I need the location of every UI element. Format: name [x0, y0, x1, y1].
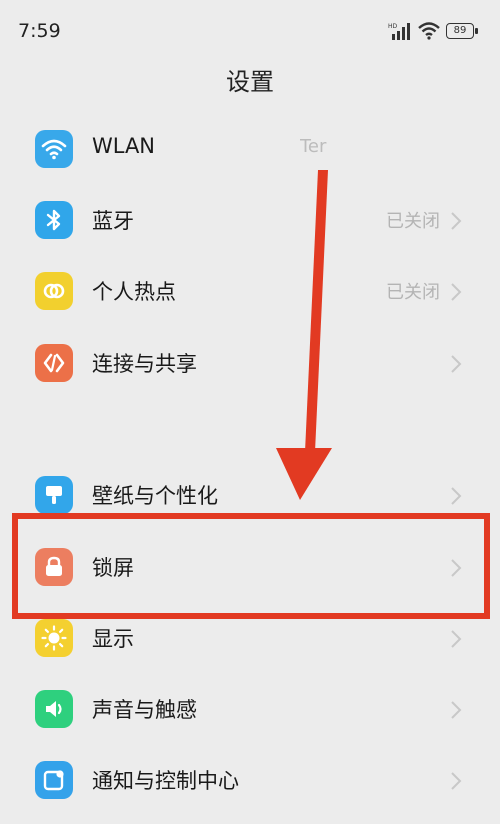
annotation-arrow — [276, 170, 332, 500]
annotation-highlight-box — [12, 513, 490, 619]
